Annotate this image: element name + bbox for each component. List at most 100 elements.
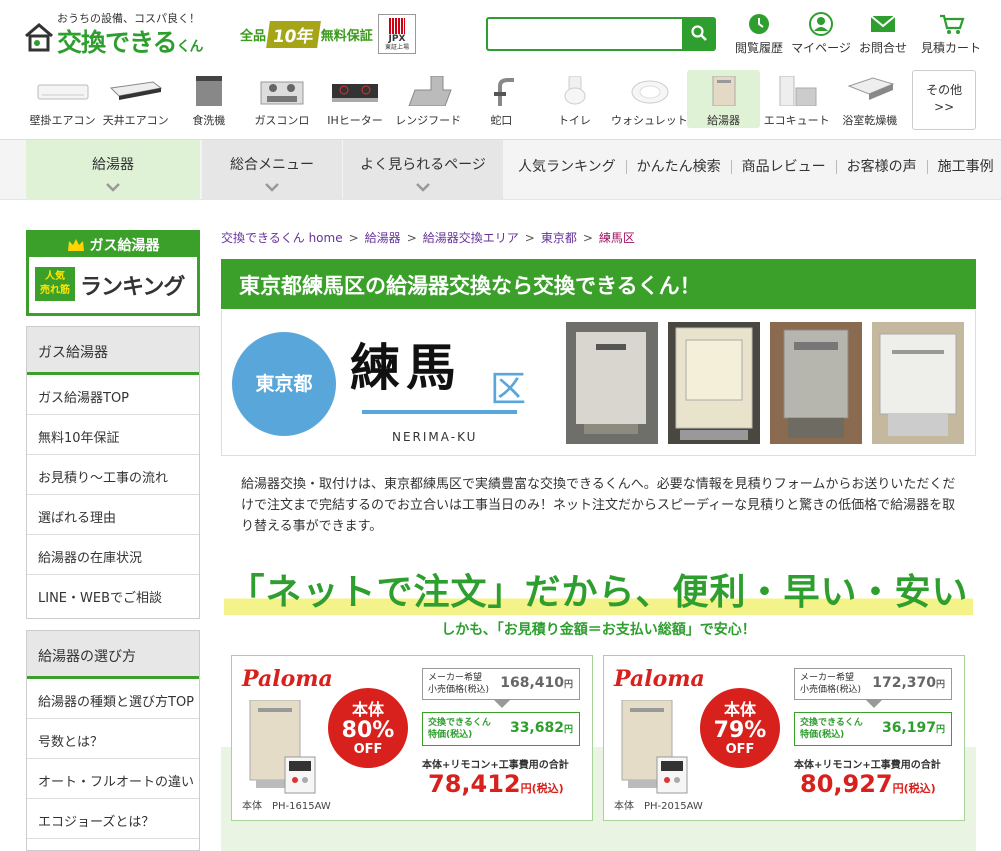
breadcrumb-home[interactable]: 交換できるくん home [221, 231, 343, 245]
category-ih-heater[interactable]: IHヒーター [319, 70, 392, 128]
logo-text: 交換できるくん [57, 28, 204, 57]
sidebar-item[interactable]: ガス給湯器TOP [27, 375, 199, 415]
sidebar-item[interactable]: 選ばれる理由 [27, 495, 199, 535]
sidebar-item[interactable]: LINE・WEBでご相談 [27, 575, 199, 615]
user-icon [809, 12, 833, 36]
category-range-hood[interactable]: レンジフード [392, 70, 465, 128]
category-bath-dryer[interactable]: 浴室乾燥機 [833, 70, 906, 128]
jpx-listed-badge: JPX 東証上場 [378, 14, 416, 54]
range-hood-icon [408, 76, 452, 106]
heater-photo-4 [872, 322, 964, 444]
category-water-heater[interactable]: 給湯器 [687, 70, 761, 128]
contact-link[interactable]: お問合せ [852, 12, 914, 58]
sidebar-item[interactable]: エコジョーズとは？ [27, 799, 199, 839]
category-ecocute[interactable]: エコキュート [760, 70, 833, 128]
breadcrumb-area[interactable]: 給湯器交換エリア [423, 231, 519, 245]
hero-underline [362, 410, 517, 414]
sidebar-item[interactable]: オート・フルオートの違い [27, 759, 199, 799]
estimate-cart-link[interactable]: 見積カート [914, 12, 988, 58]
house-logo-icon [25, 23, 53, 52]
sidebar-item[interactable]: 号数とは？ [27, 719, 199, 759]
prefecture-circle: 東京都 [232, 332, 336, 436]
sidebar-item[interactable]: 給湯器の種類と選び方TOP [27, 679, 199, 719]
brand-logo: Paloma [614, 666, 705, 692]
wall-aircon-icon [37, 84, 89, 100]
header-utility-nav: 閲覧履歴 マイページ お問合せ 見積カート [728, 12, 988, 58]
warranty-badge[interactable]: 全品 10年 無料保証 [240, 20, 373, 48]
chevron-down-icon [416, 183, 430, 192]
area-hero-banner: 東京都 練馬 区 NERIMA-KU [221, 310, 976, 456]
link-reviews[interactable]: 商品レビュー [730, 160, 836, 174]
product-model: 本体 PH-2015AW [614, 801, 703, 812]
maker-price: 172,370円 [872, 675, 945, 691]
bath-dryer-icon [847, 77, 895, 100]
link-ranking[interactable]: 人気ランキング [508, 160, 626, 174]
total-price: 78,412円(税込) [428, 770, 564, 798]
remote-controller-image [284, 756, 316, 794]
breadcrumb: 交換できるくん home > 給湯器 > 給湯器交換エリア > 東京都 > 練馬区 [221, 231, 635, 245]
tab-water-heater[interactable]: 給湯器 [26, 140, 200, 200]
price-arrow-icon [494, 700, 510, 708]
maker-price-box: メーカー希望 小売価格(税込) 172,370円 [794, 668, 952, 700]
dishwasher-icon [195, 76, 222, 106]
sidebar-item[interactable]: お見積り～工事の流れ [27, 455, 199, 495]
chevron-down-icon [265, 183, 279, 192]
heater-photo-1 [566, 322, 658, 444]
city-name: 練馬 [350, 338, 462, 397]
product-card[interactable]: Paloma 本体 PH-1615AW 本体 80% OFF メーカー希望 小売価格(… [231, 655, 593, 821]
category-gas-stove[interactable]: ガスコンロ [245, 70, 318, 128]
breadcrumb-tokyo[interactable]: 東京都 [541, 231, 577, 245]
sidebar-item[interactable]: 無料10年保証 [27, 415, 199, 455]
page-title: 東京都練馬区の給湯器交換なら交換できるくん！ [221, 259, 976, 309]
special-price: 36,197円 [881, 720, 945, 736]
sidebar-section-title: 給湯器の選び方 [27, 631, 199, 679]
intro-description: 給湯器交換・取付けは、東京都練馬区で実績豊富な交換できるくんへ。必要な情報を見積… [241, 477, 956, 534]
mail-icon [870, 15, 896, 32]
tab-popular-pages[interactable]: よく見られるページ [343, 140, 503, 200]
tab-general-menu[interactable]: 総合メニュー [202, 140, 342, 200]
sidebar-section-how-to-choose: 給湯器の選び方 給湯器の種類と選び方TOP 号数とは？ オート・フルオートの違い… [26, 630, 200, 851]
ward-mark: 区 [490, 369, 527, 410]
maker-price-box: メーカー希望 小売価格(税込) 168,410円 [422, 668, 580, 700]
mypage-link[interactable]: マイページ [790, 12, 852, 58]
sidebar-section-gas-heater: ガス給湯器 ガス給湯器TOP 無料10年保証 お見積り～工事の流れ 選ばれる理由… [26, 326, 200, 619]
category-wall-aircon[interactable]: 壁掛エアコン [26, 70, 99, 128]
gas-stove-icon [260, 81, 304, 105]
search-input[interactable] [486, 17, 682, 51]
main-menu-bar: 給湯器 総合メニュー よく見られるページ 人気ランキング かんたん検索 商品レビ… [0, 139, 1001, 200]
heater-photo-3 [770, 322, 862, 444]
ranking-banner[interactable]: ガス給湯器 人気 売れ筋 ランキング [26, 230, 200, 316]
product-cards: Paloma 本体 PH-1615AW 本体 80% OFF メーカー希望 小売価格(… [221, 647, 976, 851]
link-customer-voice[interactable]: お客様の声 [835, 160, 927, 174]
product-card[interactable]: Paloma 本体 PH-2015AW 本体 79% OFF メーカー希望 小売価格(… [603, 655, 965, 821]
jpx-mark-icon [389, 18, 405, 34]
heater-photo-2 [668, 322, 760, 444]
sidebar-item[interactable]: 給湯器の在庫状況 [27, 535, 199, 575]
category-dishwasher[interactable]: 食洗機 [172, 70, 245, 128]
category-washlet[interactable]: ウォシュレット [611, 70, 688, 128]
faucet-icon [494, 78, 515, 106]
sidebar-section-title: ガス給湯器 [27, 327, 199, 375]
history-icon [749, 14, 769, 34]
ih-heater-icon [332, 84, 379, 102]
category-more-button[interactable]: その他 >> [912, 70, 976, 130]
category-ceiling-aircon[interactable]: 天井エアコン [99, 70, 172, 128]
special-price-box: 交換できるくん 特価(税込) 36,197円 [794, 712, 952, 746]
washlet-icon [631, 80, 669, 104]
ranking-banner-header: ガス給湯器 [29, 233, 197, 257]
link-easy-search[interactable]: かんたん検索 [625, 160, 731, 174]
chevron-down-icon [106, 183, 120, 192]
special-price: 33,682円 [509, 720, 573, 736]
category-faucet[interactable]: 蛇口 [465, 70, 538, 128]
ranking-text: ランキング [80, 275, 185, 300]
popular-badge: 人気 売れ筋 [35, 267, 75, 301]
ecocute-icon [779, 76, 817, 106]
ceiling-aircon-icon [109, 81, 162, 100]
category-toilet[interactable]: トイレ [538, 70, 611, 128]
link-case-studies[interactable]: 施工事例 [926, 160, 1001, 174]
remote-controller-image [656, 756, 688, 794]
breadcrumb-water-heater[interactable]: 給湯器 [365, 231, 401, 245]
history-link[interactable]: 閲覧履歴 [728, 12, 790, 58]
search-button[interactable] [682, 17, 716, 51]
site-logo[interactable]: おうちの設備、コスパ良く！ 交換できるくん [24, 10, 229, 60]
